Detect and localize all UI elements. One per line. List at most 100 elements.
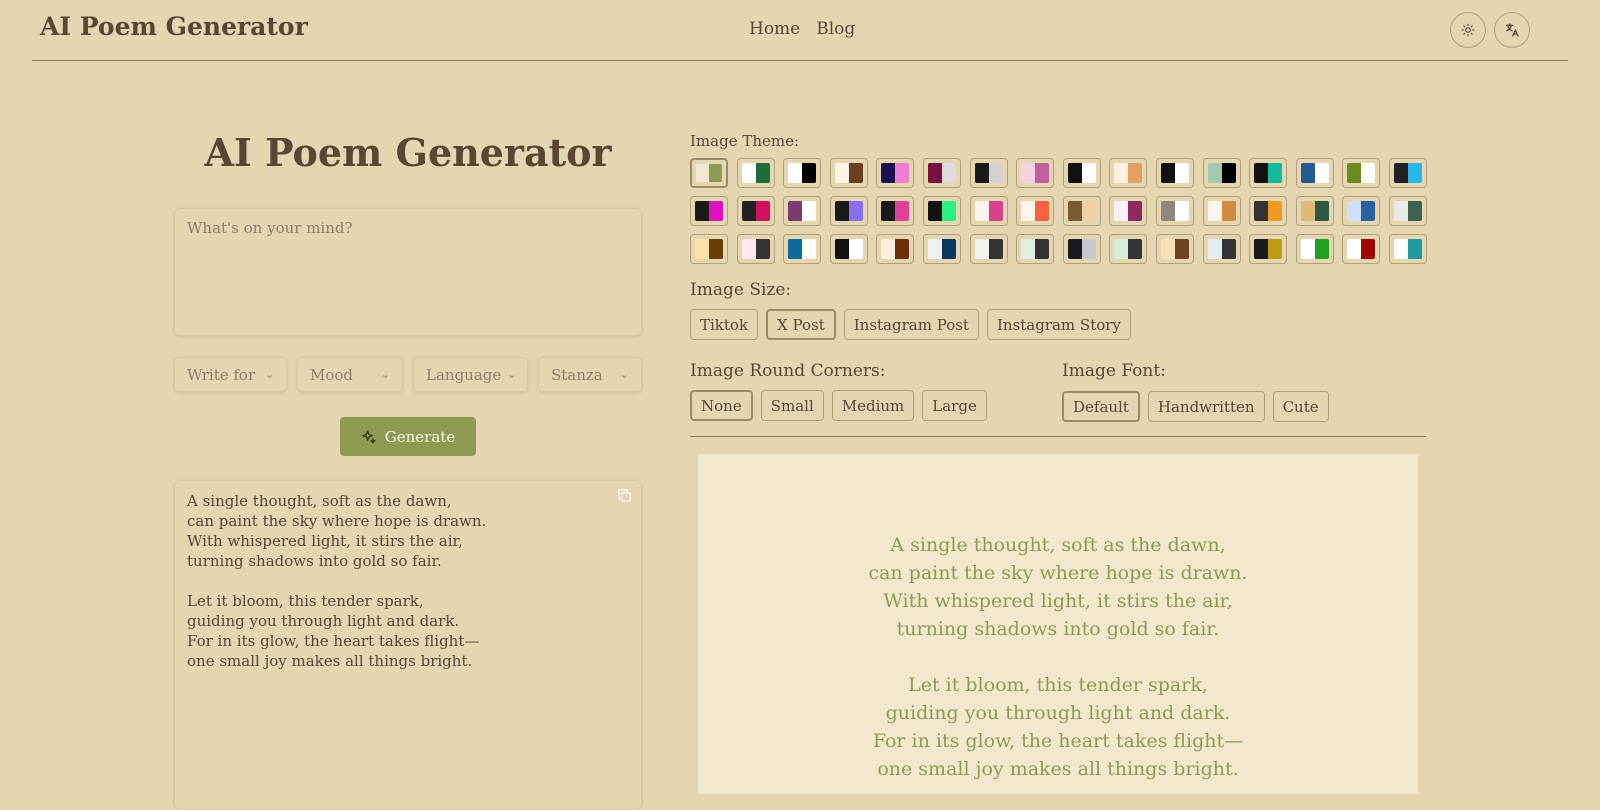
swatch-color	[709, 239, 723, 259]
theme-swatch[interactable]	[876, 234, 915, 264]
theme-swatch[interactable]	[1016, 158, 1055, 188]
language-button[interactable]	[1494, 12, 1530, 48]
poem-stanza-2: Let it bloom, this tender spark, guiding…	[187, 592, 480, 670]
theme-swatch[interactable]	[1295, 158, 1334, 188]
corners-label: Image Round Corners:	[690, 361, 886, 381]
theme-toggle-button[interactable]	[1450, 12, 1486, 48]
theme-swatch[interactable]	[969, 196, 1008, 226]
prompt-input[interactable]	[174, 208, 642, 336]
theme-swatch[interactable]	[969, 234, 1008, 264]
theme-swatch[interactable]	[1249, 234, 1288, 264]
theme-swatch[interactable]	[1342, 196, 1381, 226]
theme-swatch[interactable]	[1388, 158, 1427, 188]
swatch-color	[1081, 239, 1096, 259]
swatch-color	[709, 201, 723, 221]
theme-swatch[interactable]	[1155, 234, 1194, 264]
size-tiktok-button[interactable]: Tiktok	[690, 309, 759, 340]
stanza-select[interactable]: Stanza ⌄	[538, 357, 642, 392]
font-default-button[interactable]: Default	[1062, 391, 1140, 422]
nav-blog[interactable]: Blog	[816, 19, 855, 39]
theme-swatch[interactable]	[1062, 234, 1101, 264]
image-settings-panel: Image Theme: Image Size: Tiktok X Post I…	[690, 132, 1427, 437]
theme-swatch[interactable]	[736, 234, 775, 264]
theme-swatch[interactable]	[1062, 196, 1101, 226]
theme-swatch[interactable]	[690, 234, 728, 264]
theme-swatch[interactable]	[736, 158, 775, 188]
theme-swatch[interactable]	[1155, 196, 1194, 226]
theme-swatch[interactable]	[783, 196, 822, 226]
theme-swatch[interactable]	[1342, 158, 1381, 188]
theme-swatch[interactable]	[829, 158, 868, 188]
write-for-select[interactable]: Write for ⌄	[174, 357, 287, 392]
font-handwritten-button[interactable]: Handwritten	[1147, 391, 1265, 422]
swatch-color	[834, 163, 849, 183]
theme-swatch[interactable]	[922, 234, 961, 264]
nav-home[interactable]: Home	[749, 19, 800, 39]
corners-large-button[interactable]: Large	[922, 390, 987, 421]
swatch-color	[1174, 201, 1189, 221]
theme-swatch[interactable]	[1295, 234, 1334, 264]
swatch-color	[1128, 239, 1143, 259]
theme-swatch[interactable]	[829, 196, 868, 226]
swatch-color	[1160, 163, 1175, 183]
theme-swatch[interactable]	[1155, 158, 1194, 188]
theme-swatch[interactable]	[1016, 234, 1055, 264]
theme-swatch[interactable]	[969, 158, 1008, 188]
theme-swatch[interactable]	[690, 158, 728, 188]
theme-swatch[interactable]	[783, 158, 822, 188]
corners-medium-button[interactable]: Medium	[831, 390, 915, 421]
theme-swatch[interactable]	[876, 196, 915, 226]
theme-swatch[interactable]	[876, 158, 915, 188]
swatch-color	[1393, 163, 1408, 183]
chevron-down-icon: ⌄	[507, 368, 517, 381]
theme-swatch[interactable]	[1202, 234, 1241, 264]
size-instagram-post-button[interactable]: Instagram Post	[843, 309, 979, 340]
sparkles-icon	[362, 429, 376, 444]
swatch-color	[1300, 201, 1315, 221]
theme-swatch[interactable]	[1249, 158, 1288, 188]
theme-swatch[interactable]	[1202, 196, 1241, 226]
size-x-post-button[interactable]: X Post	[766, 309, 836, 340]
corners-none-button[interactable]: None	[690, 390, 753, 421]
size-instagram-story-button[interactable]: Instagram Story	[986, 309, 1131, 340]
swatch-color	[755, 201, 770, 221]
theme-swatch[interactable]	[690, 196, 728, 226]
theme-swatch[interactable]	[922, 196, 961, 226]
copy-icon[interactable]	[616, 487, 633, 509]
theme-swatch[interactable]	[1388, 196, 1427, 226]
font-label: Image Font:	[1062, 361, 1166, 381]
theme-swatch[interactable]	[1295, 196, 1334, 226]
theme-swatch[interactable]	[783, 234, 822, 264]
brand-logo[interactable]: AI Poem Generator	[40, 12, 308, 41]
theme-swatch[interactable]	[1202, 158, 1241, 188]
font-cute-button[interactable]: Cute	[1272, 391, 1329, 422]
swatch-color	[1347, 163, 1362, 183]
corners-small-button[interactable]: Small	[760, 390, 824, 421]
theme-swatch[interactable]	[1109, 234, 1148, 264]
swatch-color	[1114, 163, 1129, 183]
theme-swatch[interactable]	[1109, 196, 1148, 226]
poem-output[interactable]: A single thought, soft as the dawn, can …	[174, 480, 642, 810]
swatch-color	[895, 201, 910, 221]
theme-swatch[interactable]	[829, 234, 868, 264]
swatch-color	[1254, 201, 1269, 221]
language-select[interactable]: Language ⌄	[413, 357, 528, 392]
swatch-color	[1160, 201, 1175, 221]
theme-swatch[interactable]	[1388, 234, 1427, 264]
swatch-color	[927, 201, 942, 221]
theme-swatch[interactable]	[1249, 196, 1288, 226]
theme-swatch[interactable]	[922, 158, 961, 188]
swatch-color	[1035, 201, 1050, 221]
mood-select[interactable]: Mood ⌄	[297, 357, 403, 392]
theme-swatch[interactable]	[1342, 234, 1381, 264]
swatch-color	[988, 239, 1003, 259]
theme-swatch[interactable]	[1016, 196, 1055, 226]
theme-swatch[interactable]	[1062, 158, 1101, 188]
swatch-color	[1174, 239, 1189, 259]
swatch-color	[802, 201, 817, 221]
swatch-color	[695, 239, 709, 259]
theme-swatch[interactable]	[736, 196, 775, 226]
generate-button[interactable]: Generate	[340, 417, 476, 456]
swatch-color	[1021, 201, 1036, 221]
theme-swatch[interactable]	[1109, 158, 1148, 188]
